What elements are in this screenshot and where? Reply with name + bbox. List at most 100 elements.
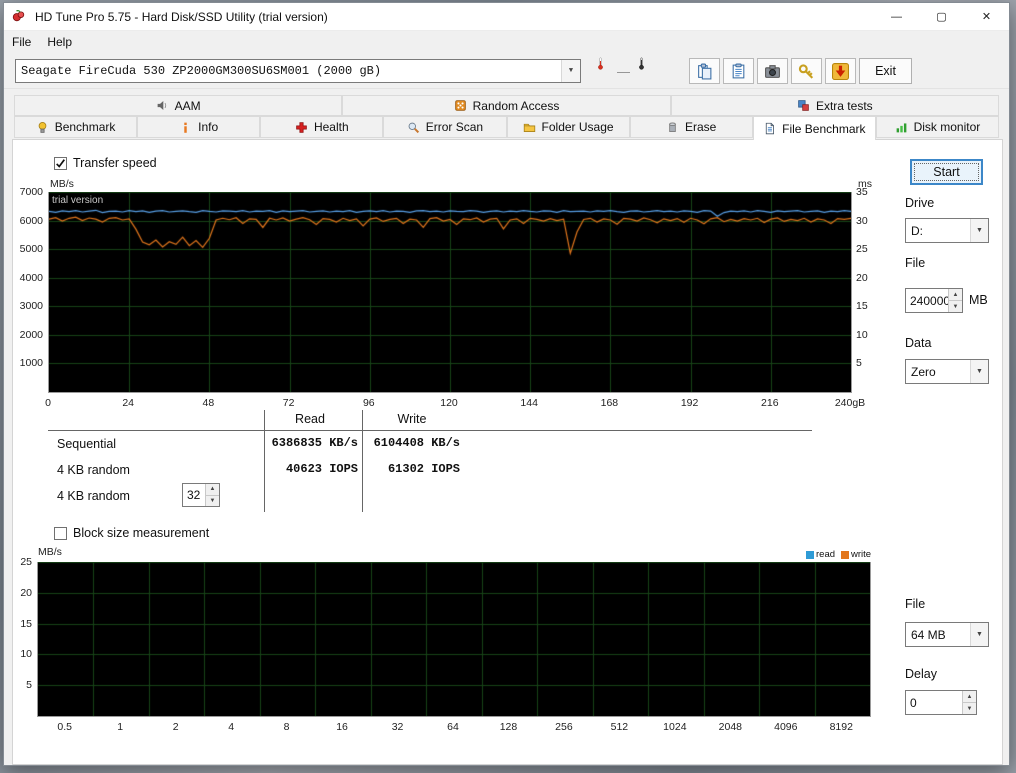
delay-label: Delay	[905, 667, 937, 681]
spin-up-icon[interactable]: ▲	[206, 484, 219, 495]
random-write-value: 61302 IOPS	[387, 462, 460, 476]
tab-aam[interactable]: AAM	[14, 95, 343, 116]
legend-read: read	[806, 549, 835, 560]
download-button[interactable]	[825, 58, 856, 84]
tick-label: 15	[20, 617, 32, 630]
window-title: HD Tune Pro 5.75 - Hard Disk/SSD Utility…	[35, 9, 328, 24]
queue-depth-value[interactable]: 32	[183, 484, 205, 506]
app-icon	[12, 9, 28, 25]
data-pattern-select[interactable]: Zero ▼	[905, 359, 989, 384]
block-file-select[interactable]: 64 MB ▼	[905, 622, 989, 647]
tab-label: Info	[198, 120, 219, 134]
row-label-4kb-random-qd: 4 KB random	[57, 489, 130, 503]
block-file-value: 64 MB	[911, 627, 946, 642]
spin-down-icon[interactable]: ▼	[206, 494, 219, 506]
file-benchmark-panel: Transfer speed MB/s ms trial version Rea…	[12, 139, 1003, 765]
minimize-button[interactable]: —	[874, 3, 919, 30]
clipboard-copy-icon	[696, 63, 713, 80]
trial-watermark: trial version	[52, 195, 104, 206]
spin-up-icon[interactable]: ▲	[949, 289, 962, 300]
table-column-line	[264, 410, 265, 512]
spin-up-icon[interactable]: ▲	[963, 691, 976, 702]
tick-label: 2	[172, 721, 179, 733]
tick-label: 20	[20, 586, 32, 599]
tab-random-access[interactable]: Random Access	[342, 95, 671, 116]
tab-folder-usage[interactable]: Folder Usage	[506, 116, 630, 138]
table-divider	[48, 430, 812, 431]
y-axis-unit-left: MB/s	[50, 178, 74, 190]
menu-file[interactable]: File	[4, 33, 39, 51]
spin-down-icon[interactable]: ▼	[949, 300, 962, 312]
info-icon	[179, 121, 192, 134]
maximize-button[interactable]: ▢	[919, 3, 964, 30]
temperature-icon	[594, 57, 607, 70]
temperature-dark-icon	[635, 57, 648, 70]
delay-value[interactable]: 0	[906, 691, 962, 714]
tab-benchmark[interactable]: Benchmark	[14, 116, 138, 138]
file-size-spinner[interactable]: 240000 ▲ ▼	[905, 288, 963, 313]
close-button[interactable]: ✕	[964, 3, 1009, 30]
erase-icon	[666, 121, 679, 134]
spin-down-icon[interactable]: ▼	[963, 702, 976, 714]
desktop: { "window": { "title": "HD Tune Pro 5.75…	[0, 0, 1016, 773]
exit-button[interactable]: Exit	[859, 58, 912, 84]
chevron-down-icon[interactable]: ▼	[970, 623, 988, 646]
tick-label: 7000	[19, 186, 43, 198]
app-window: HD Tune Pro 5.75 - Hard Disk/SSD Utility…	[3, 2, 1010, 766]
menu-help[interactable]: Help	[39, 33, 80, 51]
tick-label: 24	[122, 397, 135, 409]
block-size-checkbox[interactable]: Block size measurement	[54, 526, 209, 540]
checkbox-checked-icon[interactable]	[54, 156, 67, 170]
block-file-label: File	[905, 597, 926, 611]
drive-select[interactable]: D: ▼	[905, 218, 989, 243]
tick-label: 168	[600, 397, 619, 409]
tick-label: 0.5	[57, 721, 73, 733]
checkbox-unchecked-icon[interactable]	[54, 526, 67, 540]
legend-write: write	[841, 549, 871, 560]
tick-label: 240gB	[834, 397, 866, 409]
tick-label: 1024	[663, 721, 687, 733]
data-pattern-value: Zero	[911, 364, 936, 379]
tick-label: 4096	[774, 721, 798, 733]
tick-label: 48	[202, 397, 215, 409]
tick-label: 4	[228, 721, 235, 733]
file-size-value[interactable]: 240000	[906, 289, 948, 312]
key-button[interactable]	[791, 58, 822, 84]
tick-label: 15	[856, 300, 868, 313]
chevron-down-icon[interactable]: ▼	[970, 360, 988, 383]
tab-erase[interactable]: Erase	[629, 116, 753, 138]
chevron-down-icon[interactable]: ▼	[970, 219, 988, 242]
tab-info[interactable]: Info	[137, 116, 261, 138]
tick-label: 120	[440, 397, 458, 409]
tick-label: 10	[856, 328, 868, 341]
tab-health[interactable]: Health	[260, 116, 384, 138]
tick-label: 64	[447, 721, 459, 733]
tab-file-benchmark[interactable]: File Benchmark	[752, 116, 876, 140]
spinner-buttons: ▲ ▼	[948, 289, 962, 312]
table-column-line	[362, 410, 363, 512]
delay-spinner[interactable]: 0 ▲ ▼	[905, 690, 977, 715]
spinner-buttons: ▲ ▼	[205, 484, 219, 506]
tab-label: Disk monitor	[913, 120, 981, 134]
clipboard-text-button[interactable]	[723, 58, 754, 84]
extra-icon	[797, 99, 810, 112]
toolbar-buttons	[689, 58, 856, 84]
queue-depth-spinner[interactable]: 32 ▲ ▼	[182, 483, 220, 507]
device-combo[interactable]: Seagate FireCuda 530 ZP2000GM300SU6SM001…	[15, 59, 581, 83]
tick-label: 72	[282, 397, 295, 409]
start-button[interactable]: Start	[910, 159, 983, 185]
camera-icon	[764, 63, 781, 80]
tab-extra-tests[interactable]: Extra tests	[670, 95, 999, 116]
tick-label: 1	[117, 721, 124, 733]
write-header: Write	[397, 412, 427, 426]
camera-button[interactable]	[757, 58, 788, 84]
file-size-label: File	[905, 256, 926, 270]
tab-disk-monitor[interactable]: Disk monitor	[875, 116, 999, 138]
clipboard-copy-button[interactable]	[689, 58, 720, 84]
tick-label: 1000	[19, 357, 43, 370]
tab-error-scan[interactable]: Error Scan	[383, 116, 507, 138]
chevron-down-icon[interactable]: ▼	[561, 60, 580, 82]
transfer-speed-checkbox[interactable]: Transfer speed	[54, 156, 157, 170]
tab-label: AAM	[174, 98, 201, 113]
block-size-label: Block size measurement	[73, 526, 210, 540]
